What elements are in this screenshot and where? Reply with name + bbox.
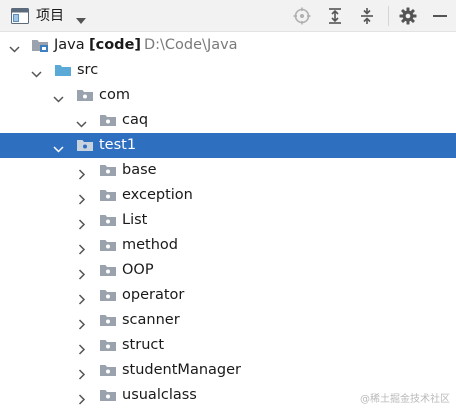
chevron-down-icon[interactable] bbox=[53, 90, 64, 103]
gear-icon[interactable] bbox=[397, 5, 419, 27]
package-icon bbox=[76, 87, 94, 103]
package-icon bbox=[99, 262, 117, 278]
chevron-right-icon[interactable] bbox=[76, 340, 87, 355]
tree-label: src bbox=[77, 62, 99, 78]
tree-row-package[interactable]: List bbox=[0, 208, 456, 233]
toolbar-separator bbox=[388, 6, 389, 26]
chevron-right-icon[interactable] bbox=[76, 315, 87, 330]
chevron-right-icon[interactable] bbox=[76, 240, 87, 255]
project-tool-window: 项目 Java [code] D:\Code\Java src com caq … bbox=[0, 0, 456, 409]
tree-row-caq[interactable]: caq bbox=[0, 108, 456, 133]
chevron-down-icon[interactable] bbox=[9, 40, 20, 53]
chevron-down-icon[interactable] bbox=[76, 115, 87, 128]
collapse-all-icon[interactable] bbox=[356, 5, 378, 27]
tree-row-package[interactable]: method bbox=[0, 233, 456, 258]
tree-label: scanner bbox=[122, 312, 180, 328]
project-toolbar: 项目 bbox=[0, 0, 456, 32]
tree-row-package[interactable]: operator bbox=[0, 283, 456, 308]
tree-row-package[interactable]: struct bbox=[0, 333, 456, 358]
root-module: [code] bbox=[89, 37, 142, 53]
tree-label: OOP bbox=[122, 262, 154, 278]
root-name: Java bbox=[54, 37, 85, 53]
package-icon bbox=[99, 112, 117, 128]
chevron-right-icon[interactable] bbox=[76, 290, 87, 305]
tree-row-package[interactable]: base bbox=[0, 158, 456, 183]
tree-label: method bbox=[122, 237, 178, 253]
tree-row-src[interactable]: src bbox=[0, 58, 456, 83]
chevron-right-icon[interactable] bbox=[76, 265, 87, 280]
chevron-right-icon[interactable] bbox=[76, 365, 87, 380]
tree-label: base bbox=[122, 162, 157, 178]
expand-all-icon[interactable] bbox=[324, 5, 346, 27]
tree-row-package[interactable]: exception bbox=[0, 183, 456, 208]
tree-row-package[interactable]: scanner bbox=[0, 308, 456, 333]
chevron-right-icon[interactable] bbox=[76, 390, 87, 405]
root-path: D:\Code\Java bbox=[144, 37, 238, 53]
package-icon bbox=[99, 312, 117, 328]
tree-row-package[interactable]: OOP bbox=[0, 258, 456, 283]
tree-label: caq bbox=[122, 112, 149, 128]
chevron-down-icon[interactable] bbox=[31, 65, 42, 78]
package-icon bbox=[76, 137, 94, 153]
module-folder-icon bbox=[31, 37, 49, 53]
chevron-right-icon[interactable] bbox=[76, 215, 87, 230]
tree-label: test1 bbox=[99, 137, 137, 153]
tree-label: List bbox=[122, 212, 148, 228]
tree-row-package[interactable]: studentManager bbox=[0, 358, 456, 383]
source-folder-icon bbox=[54, 62, 72, 78]
project-view-icon[interactable] bbox=[11, 8, 29, 24]
panel-title[interactable]: 项目 bbox=[36, 6, 64, 26]
package-icon bbox=[99, 162, 117, 178]
minimize-icon[interactable] bbox=[429, 5, 451, 27]
chevron-right-icon[interactable] bbox=[76, 190, 87, 205]
chevron-down-icon[interactable] bbox=[53, 140, 64, 153]
package-icon bbox=[99, 387, 117, 403]
package-icon bbox=[99, 237, 117, 253]
chevron-right-icon[interactable] bbox=[76, 165, 87, 180]
package-icon bbox=[99, 337, 117, 353]
tree-label: operator bbox=[122, 287, 185, 303]
locate-icon[interactable] bbox=[291, 5, 313, 27]
tree-label: usualclass bbox=[122, 387, 197, 403]
watermark: @稀土掘金技术社区 bbox=[360, 394, 450, 405]
package-icon bbox=[99, 212, 117, 228]
tree-row-test1[interactable]: test1 bbox=[0, 133, 456, 158]
tree-label: struct bbox=[122, 337, 165, 353]
tree-label: studentManager bbox=[122, 362, 241, 378]
package-icon bbox=[99, 362, 117, 378]
package-icon bbox=[99, 287, 117, 303]
tree-label: exception bbox=[122, 187, 193, 203]
chevron-down-icon[interactable] bbox=[75, 11, 87, 24]
package-icon bbox=[99, 187, 117, 203]
tree-label: com bbox=[99, 87, 130, 103]
tree-row-com[interactable]: com bbox=[0, 83, 456, 108]
tree-row-root[interactable]: Java [code] D:\Code\Java bbox=[0, 33, 456, 58]
